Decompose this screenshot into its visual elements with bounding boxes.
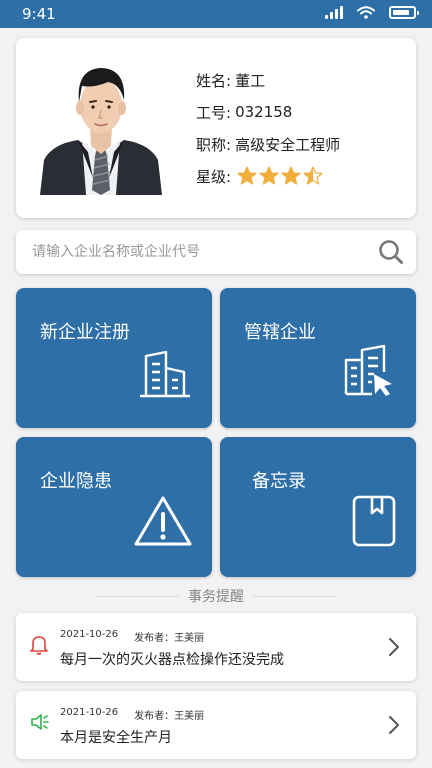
reminder-item[interactable]: 2021-10-26 发布者：王美丽 本月是安全生产月 [16,691,416,759]
profile-info: 姓名: 董工 工号: 032158 职称: 高级安全工程师 星级: [196,64,340,192]
id-label: 工号: [196,103,232,122]
status-time: 9:41 [22,5,56,23]
avatar [38,60,164,195]
signal-icon [325,6,343,19]
title-row: 职称: 高级安全工程师 [196,128,340,160]
search-input[interactable] [32,244,378,260]
reminder-message: 每月一次的灭火器点检操作还没完成 [60,652,284,668]
id-row: 工号: 032158 [196,96,340,128]
reminders-header: 事务提醒 [96,586,336,606]
status-bar: 9:41 [0,0,432,28]
reminder-meta: 2021-10-26 发布者：王美丽 [60,707,204,722]
reminder-publisher: 发布者：王美丽 [134,633,205,644]
reminder-date: 2021-10-26 [60,629,119,640]
star-icon [237,166,257,185]
tile-label: 新企业注册 [40,322,130,343]
reminder-item[interactable]: 2021-10-26 发布者：王美丽 每月一次的灭火器点检操作还没完成 [16,613,416,681]
divider [252,595,336,597]
star-icon [281,166,301,185]
name-value: 董工 [235,71,266,90]
title-value: 高级安全工程师 [235,135,341,154]
speaker-icon [31,714,49,730]
star-icon [259,166,279,185]
search-icon[interactable] [378,239,404,265]
divider [96,595,180,597]
id-value: 032158 [235,103,293,121]
tile-label: 管辖企业 [244,322,316,343]
status-icons [325,6,419,19]
company-hazards-button[interactable]: 企业隐患 [16,437,212,577]
star-icon [303,166,323,185]
name-label: 姓名: [196,71,232,90]
title-label: 职称: [196,135,232,154]
tile-label: 企业隐患 [40,471,112,492]
name-row: 姓名: 董工 [196,64,340,96]
star-rating [237,166,323,186]
chevron-right-icon[interactable] [388,715,400,735]
wifi-icon [357,6,375,19]
memo-button[interactable]: 备忘录 [220,437,416,577]
rating-row: 星级: [196,160,340,192]
reminder-date: 2021-10-26 [60,707,119,718]
tile-label: 备忘录 [252,471,306,492]
new-company-register-button[interactable]: 新企业注册 [16,288,212,428]
managed-companies-button[interactable]: 管辖企业 [220,288,416,428]
bookmark-icon [352,495,396,547]
building-select-icon [344,344,392,396]
warning-icon [134,496,192,546]
profile-card: 姓名: 董工 工号: 032158 职称: 高级安全工程师 星级: [16,38,416,218]
rating-label: 星级: [196,167,232,186]
chevron-right-icon[interactable] [388,637,400,657]
bell-icon [30,636,48,655]
reminder-message: 本月是安全生产月 [60,730,172,746]
reminders-title: 事务提醒 [188,589,244,605]
search-bar [16,230,416,274]
battery-icon [389,6,419,19]
building-icon [140,350,190,398]
reminder-meta: 2021-10-26 发布者：王美丽 [60,629,204,644]
reminder-publisher: 发布者：王美丽 [134,711,205,722]
